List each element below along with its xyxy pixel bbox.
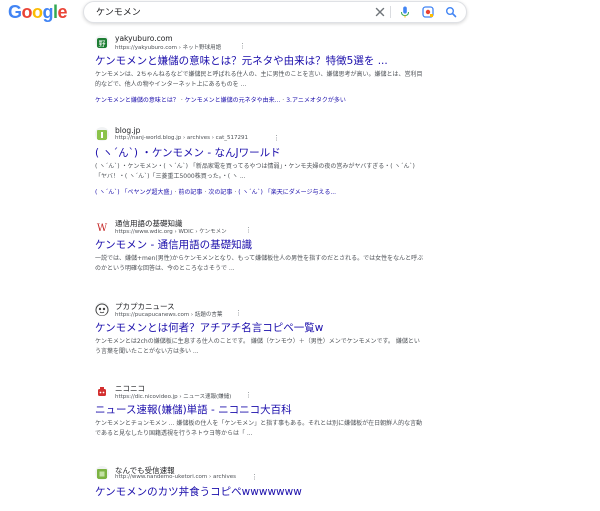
result-snippet: ケンモメンは、2ちゃんねるなどで嫌儲民と呼ばれる住人の、主に男性のことを言い、嫌…: [95, 71, 423, 88]
svg-text:W: W: [97, 223, 108, 233]
result-snippet: ( ヽ´ん`) ・ケンモメン・( ヽ´ん`) 「新品家電を買ってるやつは情弱」・…: [95, 163, 415, 180]
result-url[interactable]: https://www.wdic.org › WDIC › ケンモメン: [115, 227, 227, 235]
result-url[interactable]: https://pucapucanews.com › 話題の言葉: [115, 310, 222, 318]
more-options-icon[interactable]: ⋮: [251, 473, 258, 481]
result-url[interactable]: http://www.nandemo-uketori.com › archive…: [115, 474, 236, 480]
result-snippet: 一説では、嫌儲+men(男性)からケンモメンとなり、もって嫌儲板住人の男性を指す…: [95, 255, 424, 272]
site-favicon-icon: [95, 466, 109, 480]
result-snippet: ケンモメンとチョンモメン ... 嫌儲板の住人を「ケンモメン」と指す事もある。そ…: [95, 420, 423, 437]
more-options-icon[interactable]: ⋮: [239, 42, 246, 50]
result-sitelinks: ( ヽ´ん`) 「ペヤング超大盛」 · 前の記事 · 次の記事 ·( ヽ´ん`) 「楽天に…: [95, 189, 337, 196]
result-url[interactable]: https://dic.nicovideo.jp › ニュース速報(嫌儲): [115, 392, 231, 400]
site-favicon-icon: [95, 384, 109, 398]
sitelink[interactable]: 3.アニメオタクが多い: [286, 97, 346, 104]
result-sitelinks: ケンモメンと嫌儲の意味とは？ · ケンモメンと嫌儲の元ネタや由来... · 3.アニメオ…: [95, 97, 346, 104]
more-options-icon[interactable]: ⋮: [235, 309, 242, 317]
result-site-name[interactable]: blog.jp: [115, 126, 140, 135]
site-favicon-icon: 野: [95, 35, 109, 49]
result-title[interactable]: ケンモメンと嫌儲の意味とは？元ネタや由来は？特徴5選を ...: [95, 53, 388, 68]
svg-text:野: 野: [99, 40, 106, 48]
sitelink[interactable]: ( ヽ´ん`) 「楽天にダメージ与える...: [238, 189, 336, 196]
sitelink[interactable]: 前の記事: [178, 189, 202, 196]
result-site-name[interactable]: yakyuburo.com: [115, 34, 173, 43]
sitelink[interactable]: 次の記事: [208, 189, 232, 196]
site-favicon-icon: W: [95, 219, 109, 233]
result-title[interactable]: ニュース速報(嫌儲)単語 - ニコニコ大百科: [95, 402, 292, 417]
result-title[interactable]: ケンモメンのカツ丼食うコピペwwwwwww: [95, 484, 302, 499]
result-title[interactable]: ケンモメンとは何者？アチアチ名言コピペ一覧w: [95, 320, 323, 335]
result-url[interactable]: http://nanj-world.blog.jp › archives › c…: [115, 135, 248, 141]
more-options-icon[interactable]: ⋮: [273, 134, 280, 142]
site-favicon-icon: [95, 302, 109, 316]
sitelink[interactable]: ケンモメンと嫌儲の元ネタや由来...: [185, 97, 281, 104]
result-snippet: ケンモメンとは2chの嫌儲板に生息する住人のことです。 嫌儲（ケンモウ）＋（男性…: [95, 338, 420, 355]
more-options-icon[interactable]: ⋮: [245, 226, 252, 234]
result-url[interactable]: https://yakyuburo.com › ネット野球用語: [115, 43, 221, 51]
sitelink[interactable]: ケンモメンと嫌儲の意味とは？: [95, 97, 179, 104]
search-results: 野 yakyuburo.com https://yakyuburo.com › …: [0, 0, 600, 511]
more-options-icon[interactable]: ⋮: [245, 391, 252, 399]
result-title[interactable]: ( ヽ´ん`) ・ケンモメン - なんJワールド: [95, 145, 281, 160]
sitelink[interactable]: ( ヽ´ん`) 「ペヤング超大盛」: [95, 189, 173, 196]
site-favicon-icon: [95, 127, 109, 141]
result-title[interactable]: ケンモメン - 通信用語の基礎知識: [95, 237, 252, 252]
